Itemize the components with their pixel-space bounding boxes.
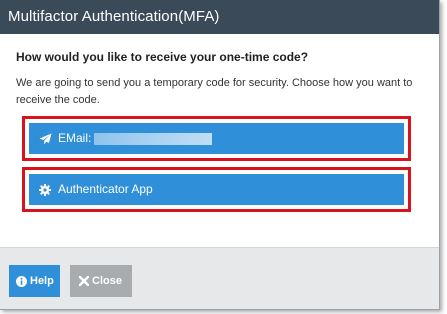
- info-circle-icon: [16, 275, 27, 287]
- help-button[interactable]: Help: [9, 265, 60, 297]
- screenshot-stage: Multifactor Authentication(MFA) How woul…: [0, 0, 447, 314]
- dialog-content: How would you like to receive your one-t…: [16, 50, 426, 109]
- question-text: How would you like to receive your one-t…: [16, 50, 309, 64]
- email-option-button[interactable]: EMail:: [29, 123, 404, 154]
- authenticator-option-highlight: Authenticator App: [22, 167, 411, 212]
- email-address-redacted: [94, 132, 213, 145]
- paper-plane-icon: [39, 133, 53, 145]
- dialog-title: Multifactor Authentication(MFA): [0, 0, 439, 34]
- email-option-highlight: EMail:: [22, 116, 411, 161]
- authenticator-app-option-button[interactable]: Authenticator App: [29, 174, 404, 205]
- email-option-label: EMail:: [58, 131, 92, 145]
- close-button-label: Close: [92, 275, 122, 287]
- gear-icon: [39, 183, 53, 196]
- x-icon: [79, 276, 89, 287]
- authenticator-option-label: Authenticator App: [58, 182, 153, 196]
- explanation-text: We are going to send you a temporary cod…: [16, 77, 413, 106]
- close-button[interactable]: Close: [70, 265, 132, 297]
- help-button-label: Help: [30, 275, 54, 287]
- dialog-footer: Help Close: [0, 247, 439, 309]
- mfa-dialog: Multifactor Authentication(MFA) How woul…: [0, 0, 440, 310]
